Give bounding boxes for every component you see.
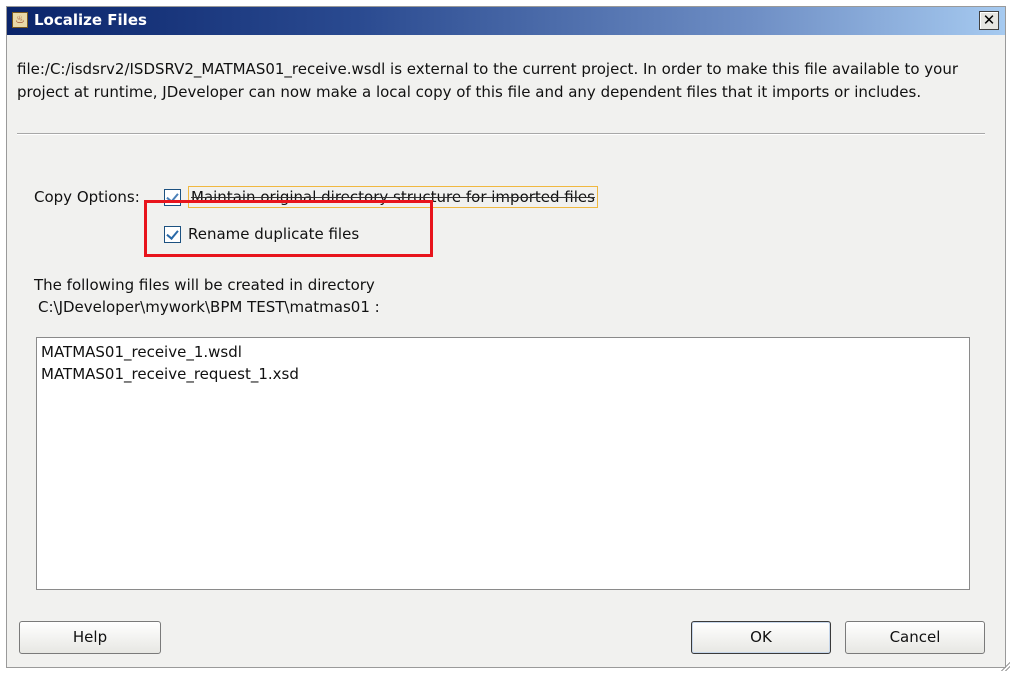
ok-button-label: OK	[750, 628, 772, 646]
rename-duplicates-option[interactable]: Rename duplicate files	[164, 225, 359, 243]
cancel-button[interactable]: Cancel	[845, 621, 985, 654]
copy-options-label: Copy Options:	[34, 188, 140, 206]
java-cup-icon: ♨	[12, 12, 28, 28]
window-title: Localize Files	[34, 11, 147, 29]
focus-ring: Maintain original directory structure fo…	[188, 186, 598, 208]
cancel-button-label: Cancel	[889, 628, 941, 646]
maintain-structure-option[interactable]: Maintain original directory structure fo…	[164, 186, 598, 208]
list-item[interactable]: MATMAS01_receive_1.wsdl	[41, 341, 965, 363]
ok-button[interactable]: OK	[691, 621, 831, 654]
maintain-structure-checkbox[interactable]	[164, 188, 181, 206]
external-file-message: file:/C:/isdsrv2/ISDSRV2_MATMAS01_receiv…	[17, 60, 959, 101]
resize-grip-icon[interactable]	[1000, 661, 1010, 671]
directory-intro-text: The following files will be created in d…	[34, 276, 375, 294]
help-button[interactable]: Help	[19, 621, 161, 654]
rename-duplicates-label: Rename duplicate files	[188, 225, 360, 243]
rename-duplicates-checkbox[interactable]	[164, 225, 181, 243]
directory-path-text: C:\JDeveloper\mywork\BPM TEST\matmas01 :	[38, 298, 380, 316]
close-icon[interactable]: ✕	[979, 11, 999, 30]
title-bar[interactable]: ♨ Localize Files ✕	[7, 7, 1005, 35]
maintain-structure-label: Maintain original directory structure fo…	[191, 188, 595, 206]
file-list[interactable]: MATMAS01_receive_1.wsdl MATMAS01_receive…	[36, 337, 970, 590]
divider	[17, 133, 985, 135]
list-item[interactable]: MATMAS01_receive_request_1.xsd	[41, 363, 965, 385]
help-button-label: Help	[72, 628, 108, 646]
